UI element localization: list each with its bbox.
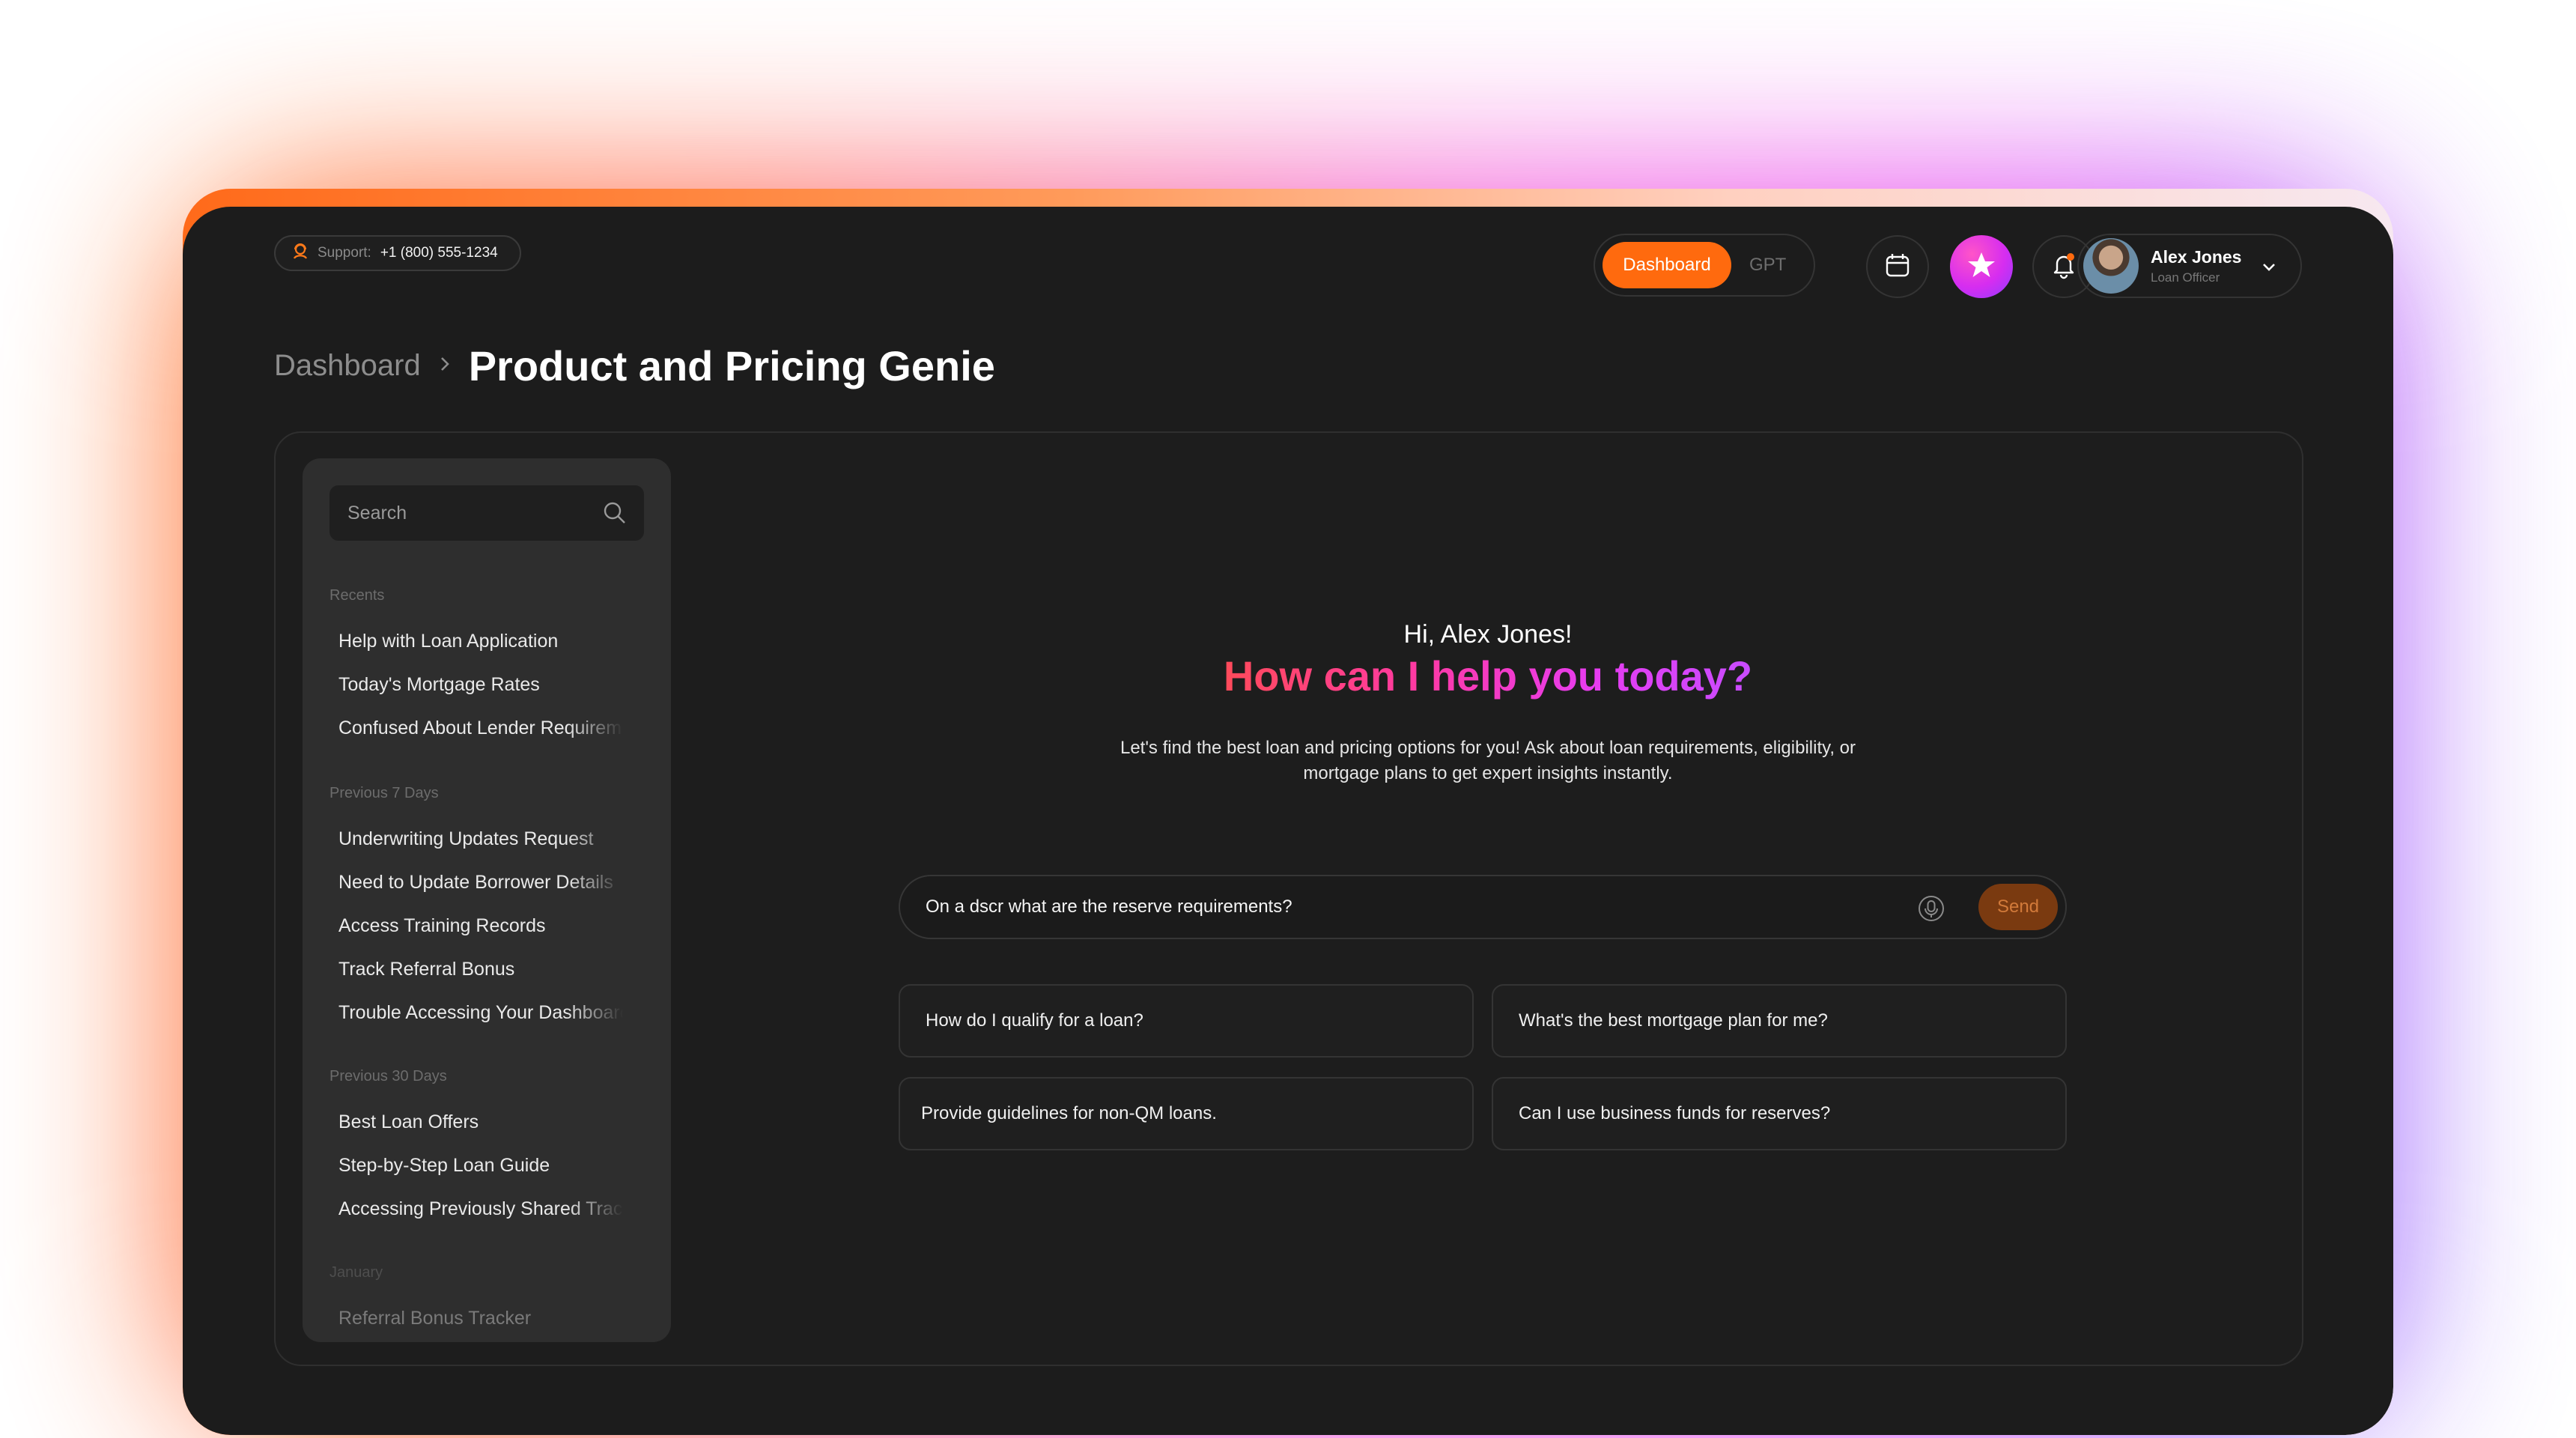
bell-icon (2050, 251, 2078, 283)
greeting: Hi, Alex Jones! (1403, 620, 1573, 649)
history-item[interactable]: Today's Mortgage Rates (338, 674, 623, 696)
tab-gpt[interactable]: GPT (1749, 255, 1786, 276)
section-recents: Recents (329, 587, 385, 604)
support-phone[interactable]: +1 (800) 555-1234 (380, 245, 498, 261)
history-item[interactable]: Trouble Accessing Your Dashboard (338, 1002, 623, 1024)
calendar-icon (1884, 252, 1911, 282)
user-name: Alex Jones (2151, 246, 2242, 267)
breadcrumb-dashboard-link[interactable]: Dashboard (274, 349, 421, 383)
section-previous-7-days: Previous 7 Days (329, 785, 439, 801)
support-pill[interactable]: Support: +1 (800) 555-1234 (274, 235, 521, 271)
history-item[interactable]: Confused About Lender Requirements (338, 718, 623, 739)
avatar (2083, 238, 2139, 294)
breadcrumb: Dashboard Product and Pricing Genie (274, 342, 995, 390)
app-frame: Support: +1 (800) 555-1234 Dashboard GPT (183, 189, 2393, 1435)
history-item[interactable]: Track Referral Bonus (338, 959, 623, 980)
suggestion-card[interactable]: How do I qualify for a loan? (899, 984, 1474, 1058)
prompt-input[interactable]: On a dscr what are the reserve requireme… (899, 875, 2067, 939)
section-january: January (329, 1264, 383, 1281)
chevron-down-icon (2260, 258, 2278, 279)
microphone-icon[interactable] (1917, 894, 1945, 928)
send-button[interactable]: Send (1978, 884, 2058, 930)
genie-panel: Search Recents Help with Loan Applicatio… (274, 431, 2303, 1366)
search-input[interactable]: Search (329, 485, 644, 541)
headline-text: How can I help you today? (1223, 652, 1753, 700)
history-item[interactable]: Best Loan Offers (338, 1111, 623, 1133)
user-role: Loan Officer (2151, 270, 2220, 285)
page-title: Product and Pricing Genie (468, 342, 995, 389)
view-switcher: Dashboard GPT (1594, 234, 1815, 297)
history-item[interactable]: Need to Update Borrower Details (338, 872, 623, 894)
history-item[interactable]: Underwriting Updates Request (338, 828, 623, 850)
chat-history-sidebar: Search Recents Help with Loan Applicatio… (303, 458, 671, 1342)
app-window: Support: +1 (800) 555-1234 Dashboard GPT (183, 207, 2393, 1435)
genie-star-button[interactable] (1950, 235, 2013, 298)
calendar-button[interactable] (1866, 235, 1929, 298)
support-label: Support: (318, 245, 371, 261)
prompt-value: On a dscr what are the reserve requireme… (926, 897, 1292, 917)
search-placeholder: Search (347, 502, 407, 524)
history-item[interactable]: Help with Loan Application (338, 631, 623, 652)
headline: How can I help you today? (671, 652, 2305, 700)
section-previous-30-days: Previous 30 Days (329, 1068, 447, 1084)
search-icon[interactable] (602, 500, 628, 531)
user-menu[interactable]: Alex Jones Loan Officer (2077, 234, 2302, 298)
history-item[interactable]: Accessing Previously Shared Tracker (338, 1198, 623, 1220)
history-item[interactable]: Step-by-Step Loan Guide (338, 1155, 623, 1177)
suggestion-card[interactable]: Provide guidelines for non-QM loans. (899, 1077, 1474, 1150)
suggestion-card[interactable]: Can I use business funds for reserves? (1492, 1077, 2067, 1150)
description: Let's find the best loan and pricing opt… (1120, 738, 1856, 783)
star-icon (1966, 250, 1996, 284)
chevron-right-icon (437, 354, 452, 378)
support-agent-icon (292, 242, 309, 265)
tab-dashboard[interactable]: Dashboard (1603, 242, 1731, 288)
suggestion-card[interactable]: What's the best mortgage plan for me? (1492, 984, 2067, 1058)
history-item[interactable]: Access Training Records (338, 915, 623, 937)
history-item[interactable]: Referral Bonus Tracker (338, 1308, 623, 1329)
